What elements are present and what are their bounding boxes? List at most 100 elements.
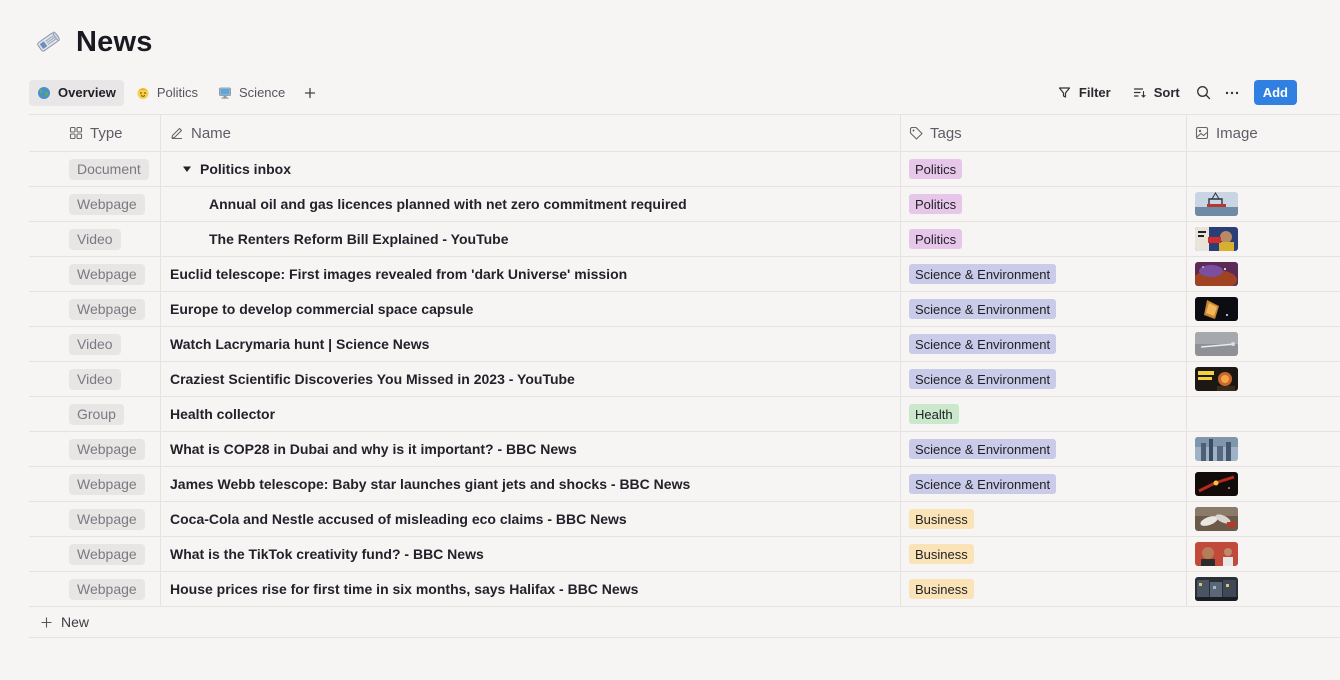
- image-cell[interactable]: [1187, 257, 1340, 291]
- type-badge[interactable]: Webpage: [69, 473, 145, 495]
- new-row-button[interactable]: New: [29, 607, 1340, 638]
- more-options-button[interactable]: [1218, 80, 1246, 106]
- row-name[interactable]: Politics inbox: [200, 161, 291, 177]
- plus-icon: [305, 87, 316, 98]
- image-cell[interactable]: [1187, 502, 1340, 536]
- thumbnail-image[interactable]: [1195, 262, 1238, 286]
- table-row[interactable]: Video Craziest Scientific Discoveries You…: [29, 362, 1340, 397]
- tag-badge[interactable]: Science & Environment: [909, 264, 1057, 284]
- column-header-name[interactable]: Name: [161, 115, 901, 151]
- thumbnail-image[interactable]: [1195, 437, 1238, 461]
- row-name[interactable]: Europe to develop commercial space capsu…: [170, 301, 473, 317]
- row-name[interactable]: Coca-Cola and Nestle accused of misleadi…: [170, 511, 627, 527]
- image-cell[interactable]: [1187, 292, 1340, 326]
- column-header-tags[interactable]: Tags: [901, 115, 1187, 151]
- table-row[interactable]: Webpage Euclid telescope: First images re…: [29, 257, 1340, 292]
- table-row[interactable]: Webpage James Webb telescope: Baby star l…: [29, 467, 1340, 502]
- image-cell[interactable]: [1187, 362, 1340, 396]
- tag-badge[interactable]: Health: [909, 404, 959, 424]
- row-name[interactable]: Health collector: [170, 406, 275, 422]
- tag-badge[interactable]: Business: [909, 544, 974, 564]
- column-header-type[interactable]: Type: [29, 115, 161, 151]
- row-name[interactable]: What is COP28 in Dubai and why is it imp…: [170, 441, 577, 457]
- name-cell: Annual oil and gas licences planned with…: [161, 187, 901, 221]
- image-cell[interactable]: [1187, 432, 1340, 466]
- thumbnail-image[interactable]: [1195, 577, 1238, 601]
- row-name[interactable]: Euclid telescope: First images revealed …: [170, 266, 627, 282]
- name-cell: Europe to develop commercial space capsu…: [161, 292, 901, 326]
- tag-badge[interactable]: Science & Environment: [909, 299, 1057, 319]
- table-row[interactable]: Webpage Europe to develop commercial spac…: [29, 292, 1340, 327]
- row-name[interactable]: Annual oil and gas licences planned with…: [209, 196, 687, 212]
- tag-badge[interactable]: Politics: [909, 229, 963, 249]
- thumbnail-image[interactable]: [1195, 332, 1238, 356]
- add-view-button[interactable]: [297, 80, 323, 106]
- thumbnail-image[interactable]: [1195, 297, 1238, 321]
- search-button[interactable]: [1190, 80, 1218, 106]
- type-badge[interactable]: Video: [69, 368, 121, 390]
- table-row[interactable]: Group Health collector Health: [29, 397, 1340, 432]
- row-name-wrap: James Webb telescope: Baby star launches…: [170, 476, 690, 492]
- image-cell[interactable]: [1187, 222, 1340, 256]
- type-badge[interactable]: Webpage: [69, 543, 145, 565]
- type-badge[interactable]: Webpage: [69, 438, 145, 460]
- thumbnail-image[interactable]: [1195, 367, 1238, 391]
- tag-badge[interactable]: Business: [909, 509, 974, 529]
- tag-badge[interactable]: Science & Environment: [909, 474, 1057, 494]
- image-cell[interactable]: [1187, 327, 1340, 361]
- image-cell[interactable]: [1187, 187, 1340, 221]
- image-cell[interactable]: [1187, 572, 1340, 606]
- thumbnail-image[interactable]: [1195, 472, 1238, 496]
- type-badge[interactable]: Webpage: [69, 298, 145, 320]
- type-badge[interactable]: Webpage: [69, 193, 145, 215]
- image-cell[interactable]: [1187, 537, 1340, 571]
- type-cell: Video: [29, 362, 161, 396]
- row-name[interactable]: Craziest Scientific Discoveries You Miss…: [170, 371, 575, 387]
- thumbnail-image[interactable]: [1195, 542, 1238, 566]
- caret-down-icon[interactable]: [182, 164, 192, 174]
- tag-badge[interactable]: Politics: [909, 194, 963, 214]
- row-name[interactable]: House prices rise for first time in six …: [170, 581, 638, 597]
- image-cell[interactable]: [1187, 152, 1340, 186]
- row-name[interactable]: James Webb telescope: Baby star launches…: [170, 476, 690, 492]
- sort-button[interactable]: Sort: [1125, 80, 1188, 106]
- table-row[interactable]: Webpage Annual oil and gas licences plann…: [29, 187, 1340, 222]
- thumbnail-image[interactable]: [1195, 192, 1238, 216]
- table-row[interactable]: Webpage Coca-Cola and Nestle accused of m…: [29, 502, 1340, 537]
- thumbnail-image[interactable]: [1195, 227, 1238, 251]
- tag-badge[interactable]: Science & Environment: [909, 334, 1057, 354]
- table-row[interactable]: Webpage What is COP28 in Dubai and why is…: [29, 432, 1340, 467]
- thumbnail-image[interactable]: [1195, 507, 1238, 531]
- row-name[interactable]: What is the TikTok creativity fund? - BB…: [170, 546, 484, 562]
- tab-politics[interactable]: Politics: [128, 80, 206, 106]
- filter-button[interactable]: Filter: [1050, 80, 1119, 106]
- type-badge[interactable]: Webpage: [69, 508, 145, 530]
- tab-science[interactable]: Science: [210, 80, 293, 106]
- table-row[interactable]: Webpage House prices rise for first time …: [29, 572, 1340, 607]
- name-cell: The Renters Reform Bill Explained - YouT…: [161, 222, 901, 256]
- table-row[interactable]: Document Politics inbox Politics: [29, 152, 1340, 187]
- type-badge[interactable]: Document: [69, 158, 149, 180]
- type-badge[interactable]: Video: [69, 228, 121, 250]
- row-name[interactable]: The Renters Reform Bill Explained - YouT…: [209, 231, 509, 247]
- tag-badge[interactable]: Politics: [909, 159, 963, 179]
- type-badge[interactable]: Webpage: [69, 263, 145, 285]
- row-name[interactable]: Watch Lacrymaria hunt | Science News: [170, 336, 429, 352]
- table-row[interactable]: Video Watch Lacrymaria hunt | Science New…: [29, 327, 1340, 362]
- tab-overview[interactable]: Overview: [29, 79, 124, 106]
- tab-label: Politics: [156, 85, 199, 100]
- type-cell: Webpage: [29, 467, 161, 501]
- table-row[interactable]: Video The Renters Reform Bill Explained -…: [29, 222, 1340, 257]
- table-row[interactable]: Webpage What is the TikTok creativity fun…: [29, 537, 1340, 572]
- tag-badge[interactable]: Science & Environment: [909, 439, 1057, 459]
- tag-badge[interactable]: Science & Environment: [909, 369, 1057, 389]
- tag-badge[interactable]: Business: [909, 579, 974, 599]
- type-badge[interactable]: Video: [69, 333, 121, 355]
- image-cell[interactable]: [1187, 397, 1340, 431]
- image-cell[interactable]: [1187, 467, 1340, 501]
- column-header-image[interactable]: Image: [1187, 115, 1340, 151]
- page-header: News: [34, 24, 153, 60]
- type-badge[interactable]: Group: [69, 403, 124, 425]
- add-button[interactable]: Add: [1253, 80, 1297, 105]
- type-badge[interactable]: Webpage: [69, 578, 145, 600]
